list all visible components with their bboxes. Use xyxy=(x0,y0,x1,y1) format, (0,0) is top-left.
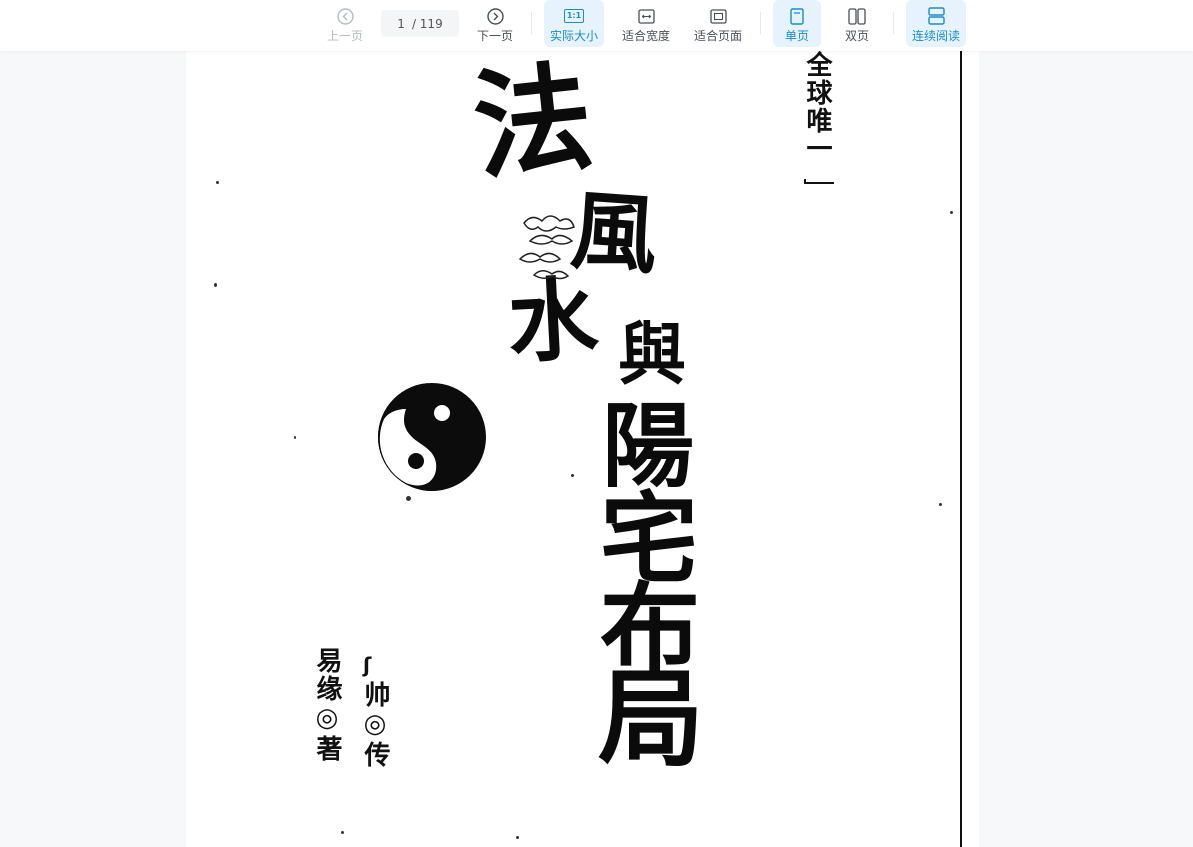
side-banner: 全球唯一 xyxy=(802,51,832,163)
continuous-reading-button[interactable]: 连续阅读 xyxy=(906,0,966,47)
toolbar-divider xyxy=(893,12,894,34)
continuous-scroll-icon xyxy=(927,5,945,27)
author-credit: 易缘◎著 xyxy=(312,647,342,763)
toolbar-divider xyxy=(760,12,761,34)
title-char: 法 xyxy=(467,51,599,197)
scan-speck xyxy=(216,181,219,184)
single-page-button[interactable]: 单页 xyxy=(773,0,821,47)
author-partial-mark: ʃ xyxy=(363,653,372,677)
page-border-line xyxy=(960,51,962,847)
double-page-button[interactable]: 双页 xyxy=(835,0,879,47)
continuous-reading-label: 连续阅读 xyxy=(911,29,960,43)
fit-width-icon xyxy=(637,5,655,27)
subtitle-char: 局 xyxy=(598,658,704,781)
yin-yang-icon xyxy=(378,383,486,491)
circle-chevron-right-icon xyxy=(486,5,504,27)
page-number-indicator[interactable]: 1 / 119 xyxy=(381,10,459,37)
connector-char: 與 xyxy=(618,315,687,395)
single-page-icon xyxy=(790,5,804,27)
scan-speck xyxy=(341,831,344,834)
fit-width-button[interactable]: 适合宽度 xyxy=(618,0,674,47)
next-page-label: 下一页 xyxy=(476,29,513,43)
actual-size-label: 实际大小 xyxy=(549,29,598,43)
cloud-ornament xyxy=(518,215,575,280)
one-to-one-icon-text: 1:1 xyxy=(563,9,585,23)
scan-speck xyxy=(939,503,942,506)
document-page: 法 風 水 與 陽 宅 布 局 全球唯一 易缘◎著 ʃ 帅◎传 xyxy=(186,51,979,847)
circle-chevron-left-icon xyxy=(336,5,354,27)
next-page-button[interactable]: 下一页 xyxy=(473,0,517,47)
fit-width-label: 适合宽度 xyxy=(621,29,670,43)
fit-page-label: 适合页面 xyxy=(693,29,742,43)
toolbar-divider xyxy=(531,12,532,34)
fit-page-icon xyxy=(709,5,727,27)
fit-page-button[interactable]: 适合页面 xyxy=(690,0,746,47)
side-banner-bracket xyxy=(804,179,834,184)
subtitle-char: 陽 xyxy=(602,393,695,500)
scan-speck xyxy=(214,283,217,287)
page-total: / 119 xyxy=(411,16,443,31)
page-current-input[interactable]: 1 xyxy=(397,17,405,31)
single-page-label: 单页 xyxy=(784,29,809,43)
prev-page-label: 上一页 xyxy=(326,29,363,43)
scan-speck xyxy=(950,211,953,214)
double-page-label: 双页 xyxy=(844,29,869,43)
scan-speck xyxy=(294,436,296,439)
double-page-icon xyxy=(848,5,866,27)
actual-size-button[interactable]: 1:1 实际大小 xyxy=(544,0,604,47)
scan-speck xyxy=(516,836,519,839)
prev-page-button[interactable]: 上一页 xyxy=(323,0,367,47)
one-to-one-icon: 1:1 xyxy=(563,5,585,27)
document-viewport[interactable]: 法 風 水 與 陽 宅 布 局 全球唯一 易缘◎著 ʃ 帅◎传 xyxy=(0,51,1193,847)
scan-speck xyxy=(406,496,411,501)
viewer-toolbar: 上一页 1 / 119 下一页 1:1 实际大小 适合宽度 适合页面 单页 双页… xyxy=(0,0,1193,51)
transmitter-credit: 帅◎传 xyxy=(360,681,390,769)
scan-speck xyxy=(571,474,574,477)
